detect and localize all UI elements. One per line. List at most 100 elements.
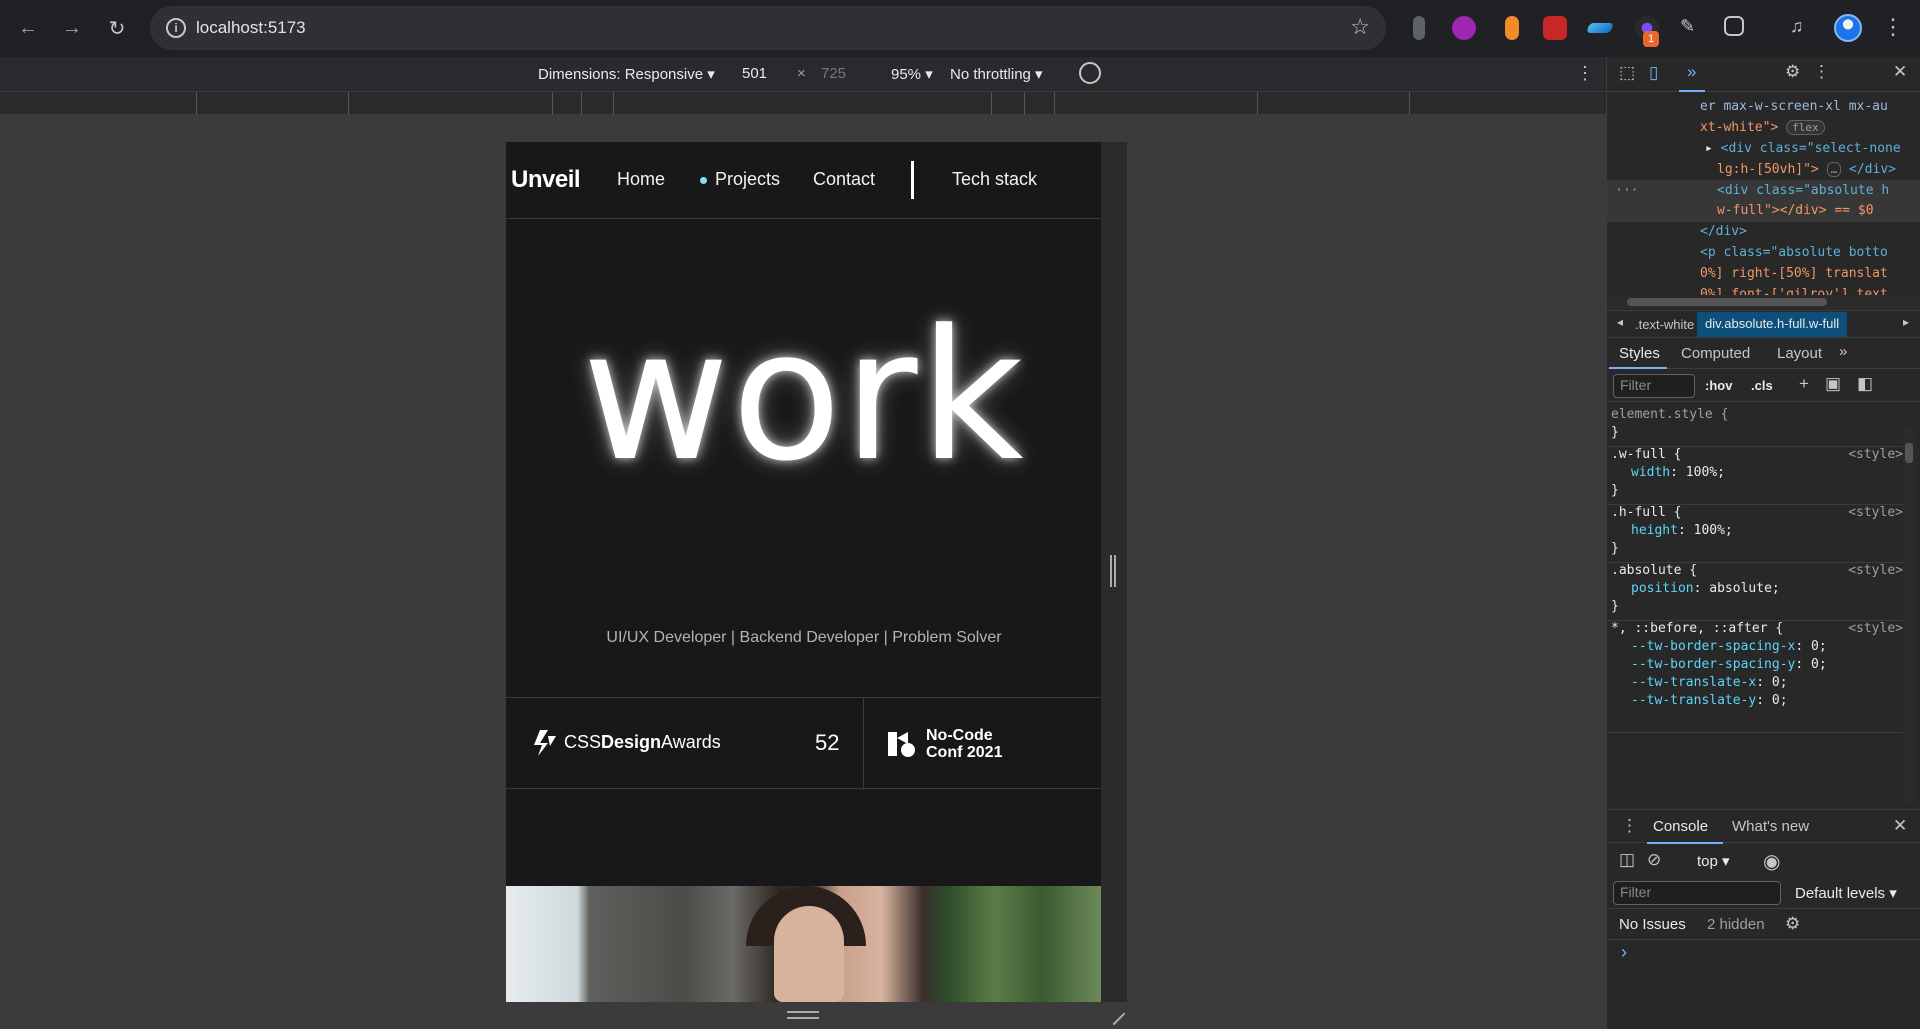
back-arrow-icon[interactable]: ← bbox=[14, 14, 42, 42]
console-filter-input[interactable]: Filter bbox=[1613, 881, 1781, 905]
styles-filter-input[interactable]: Filter bbox=[1613, 374, 1695, 398]
throttling-select[interactable]: No throttling ▾ bbox=[950, 65, 1043, 83]
extension-icon-4[interactable] bbox=[1543, 16, 1567, 40]
nav-contact[interactable]: Contact bbox=[813, 169, 875, 190]
css-value[interactable]: 0; bbox=[1772, 693, 1788, 708]
log-levels-select[interactable]: Default levels ▾ bbox=[1795, 884, 1897, 902]
breadcrumb-prev[interactable]: .text-white bbox=[1635, 317, 1694, 332]
css-declaration[interactable]: --tw-border-spacing-x: 0; bbox=[1631, 639, 1827, 654]
device-toggle-icon[interactable]: ▯ bbox=[1649, 63, 1658, 83]
css-rule[interactable]: .h-full {<style> height: 100%;} bbox=[1607, 505, 1903, 563]
css-property[interactable]: --tw-border-spacing-x bbox=[1631, 639, 1795, 654]
nav-projects[interactable]: Projects bbox=[715, 169, 780, 190]
css-source-link[interactable]: <style> bbox=[1848, 447, 1903, 462]
css-declaration[interactable]: --tw-translate-x: 0; bbox=[1631, 675, 1788, 690]
styles-scroll-thumb[interactable] bbox=[1905, 443, 1913, 463]
cls-toggle[interactable]: .cls bbox=[1751, 378, 1773, 393]
css-declaration[interactable]: height: 100%; bbox=[1631, 523, 1733, 538]
css-rule[interactable]: *, ::before, ::after { <style>--tw-border… bbox=[1607, 621, 1903, 733]
css-declaration[interactable]: --tw-border-spacing-y: 0; bbox=[1631, 657, 1827, 672]
ellipsis-badge[interactable]: … bbox=[1826, 162, 1842, 177]
css-value[interactable]: 0; bbox=[1811, 657, 1827, 672]
reload-icon[interactable]: ↻ bbox=[103, 14, 131, 42]
css-declaration[interactable]: width: 100%; bbox=[1631, 465, 1725, 480]
breadcrumb-current[interactable]: div.absolute.h-full.w-full bbox=[1697, 312, 1848, 337]
css-rule[interactable]: element.style {} bbox=[1607, 407, 1903, 447]
css-selector[interactable]: .absolute { bbox=[1611, 563, 1697, 578]
tab-computed[interactable]: Computed bbox=[1681, 345, 1750, 362]
css-declaration[interactable]: --tw-translate-y: 0; bbox=[1631, 693, 1788, 708]
css-value[interactable]: 0; bbox=[1772, 675, 1788, 690]
css-rule[interactable]: .absolute {<style> position: absolute;} bbox=[1607, 563, 1903, 621]
dom-line[interactable]: <p class="absolute botto bbox=[1700, 245, 1888, 260]
dom-line[interactable]: xt-white"> flex bbox=[1700, 120, 1825, 135]
css-property[interactable]: width bbox=[1631, 465, 1670, 480]
site-logo[interactable]: Unveil bbox=[511, 166, 581, 194]
new-rule-plus-icon[interactable]: + bbox=[1799, 374, 1809, 394]
css-selector[interactable]: .w-full { bbox=[1611, 447, 1681, 462]
console-prompt-icon[interactable]: › bbox=[1621, 942, 1627, 963]
drawer-menu-icon[interactable]: ⋮ bbox=[1621, 816, 1638, 836]
url-text[interactable]: localhost:5173 bbox=[196, 18, 306, 38]
console-settings-gear-icon[interactable]: ⚙ bbox=[1785, 914, 1800, 934]
tab-more[interactable]: » bbox=[1839, 343, 1847, 360]
media-control-icon[interactable]: ♫ bbox=[1790, 16, 1814, 40]
devtools-close-icon[interactable]: ✕ bbox=[1893, 62, 1907, 82]
hov-toggle[interactable]: :hov bbox=[1705, 378, 1732, 393]
tab-styles[interactable]: Styles bbox=[1619, 345, 1660, 362]
bookmark-star-icon[interactable]: ☆ bbox=[1350, 14, 1370, 40]
tab-layout[interactable]: Layout bbox=[1777, 345, 1822, 362]
drawer-close-icon[interactable]: ✕ bbox=[1893, 816, 1907, 836]
clear-console-icon[interactable]: ⊘ bbox=[1647, 850, 1661, 870]
css-property[interactable]: height bbox=[1631, 523, 1678, 538]
tab-console[interactable]: Console bbox=[1653, 818, 1708, 835]
flex-badge[interactable]: flex bbox=[1786, 120, 1825, 135]
site-info-icon[interactable]: i bbox=[166, 18, 186, 38]
browser-menu-icon[interactable]: ⋮ bbox=[1882, 14, 1904, 40]
css-source-link[interactable]: <style> bbox=[1848, 505, 1903, 520]
css-source-link[interactable]: <style> bbox=[1848, 563, 1903, 578]
css-property[interactable]: --tw-border-spacing-y bbox=[1631, 657, 1795, 672]
hscroll-thumb[interactable] bbox=[1627, 298, 1827, 306]
width-input[interactable]: 501 bbox=[742, 65, 767, 82]
css-property[interactable]: --tw-translate-y bbox=[1631, 693, 1756, 708]
issues-count[interactable]: No Issues bbox=[1619, 916, 1686, 933]
css-selector[interactable]: *, ::before, ::after { bbox=[1611, 621, 1783, 636]
settings-gear-icon[interactable]: ⚙ bbox=[1785, 62, 1800, 82]
inspect-element-icon[interactable]: ⬚ bbox=[1619, 63, 1635, 83]
live-expression-eye-icon[interactable]: ◉ bbox=[1763, 849, 1780, 874]
zoom-select[interactable]: 95% ▾ bbox=[891, 65, 933, 83]
rotate-icon[interactable] bbox=[1079, 62, 1101, 84]
dom-line[interactable]: </div> bbox=[1700, 224, 1747, 239]
tab-whats-new[interactable]: What's new bbox=[1732, 818, 1809, 835]
sidebar-toggle-icon[interactable]: ◧ bbox=[1857, 374, 1873, 394]
dimensions-select[interactable]: Dimensions: Responsive ▾ bbox=[538, 65, 715, 83]
eyedropper-icon[interactable]: ✎ bbox=[1680, 16, 1704, 40]
console-sidebar-icon[interactable]: ◫ bbox=[1619, 850, 1635, 870]
nav-home[interactable]: Home bbox=[617, 169, 665, 190]
more-panels-icon[interactable]: » bbox=[1687, 62, 1696, 82]
css-value[interactable]: 100%; bbox=[1694, 523, 1733, 538]
resize-handle-right[interactable] bbox=[1110, 555, 1116, 587]
elements-hscrollbar[interactable] bbox=[1607, 295, 1920, 309]
css-rule[interactable]: .w-full {<style> width: 100%;} bbox=[1607, 447, 1903, 505]
dom-line[interactable]: ▸ <div class="select-none bbox=[1705, 141, 1901, 156]
nav-tech-stack[interactable]: Tech stack bbox=[952, 169, 1037, 190]
css-property[interactable]: --tw-translate-x bbox=[1631, 675, 1756, 690]
extension-icon-1[interactable] bbox=[1413, 16, 1425, 40]
dom-line[interactable]: 0%] right-[50%] translat bbox=[1700, 266, 1888, 281]
paint-brush-icon[interactable]: ▣ bbox=[1825, 374, 1841, 394]
css-value[interactable]: 100%; bbox=[1686, 465, 1725, 480]
css-property[interactable]: position bbox=[1631, 581, 1694, 596]
styles-scrollbar[interactable] bbox=[1903, 427, 1915, 802]
address-bar[interactable]: i localhost:5173 ☆ bbox=[150, 6, 1386, 50]
breadcrumb-left-icon[interactable]: ◂ bbox=[1617, 315, 1623, 329]
css-selector[interactable]: .h-full { bbox=[1611, 505, 1681, 520]
forward-arrow-icon[interactable]: → bbox=[58, 14, 86, 42]
media-query-ruler[interactable] bbox=[0, 92, 1606, 115]
extension-icon-5[interactable] bbox=[1586, 23, 1614, 33]
dom-line[interactable]: lg:h-[50vh]"> … </div> bbox=[1717, 162, 1896, 177]
dom-line[interactable]: er max-w-screen-xl mx-au bbox=[1700, 99, 1888, 114]
css-source-link[interactable]: <style> bbox=[1848, 621, 1903, 636]
toolbar-more-icon[interactable]: ⋮ bbox=[1576, 63, 1594, 84]
